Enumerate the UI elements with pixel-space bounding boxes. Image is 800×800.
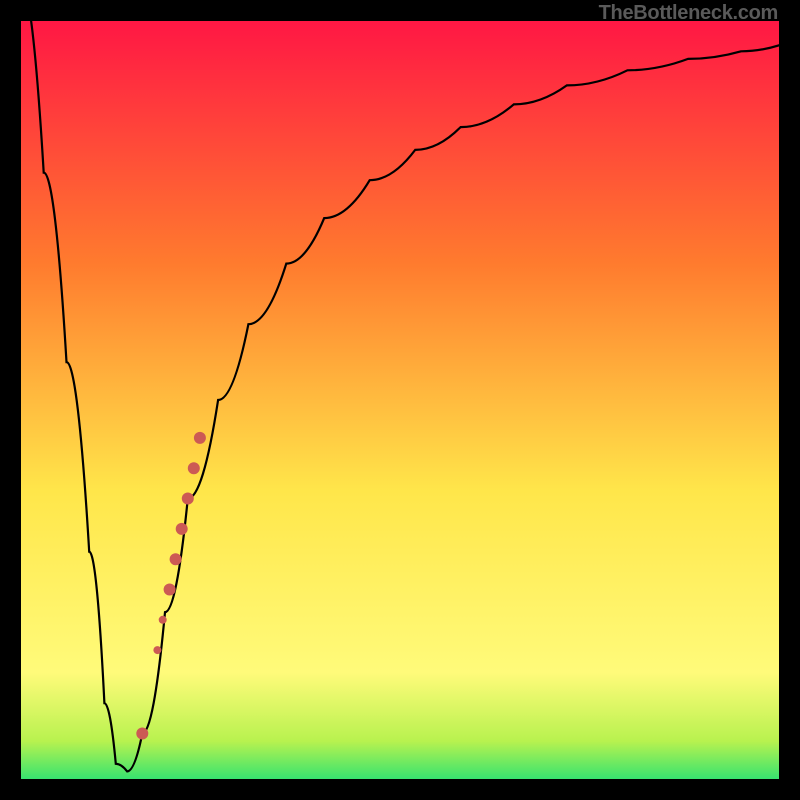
data-point-marker — [170, 553, 182, 565]
data-point-marker — [159, 616, 167, 624]
data-point-marker — [188, 462, 200, 474]
heatmap-background — [21, 21, 779, 779]
data-point-marker — [182, 493, 194, 505]
data-point-marker — [164, 584, 176, 596]
chart-surface — [21, 21, 779, 779]
data-point-marker — [153, 646, 161, 654]
data-point-marker — [194, 432, 206, 444]
chart-frame: TheBottleneck.com — [0, 0, 800, 800]
chart-plot-area — [21, 21, 779, 779]
data-point-marker — [136, 728, 148, 740]
data-point-marker — [176, 523, 188, 535]
